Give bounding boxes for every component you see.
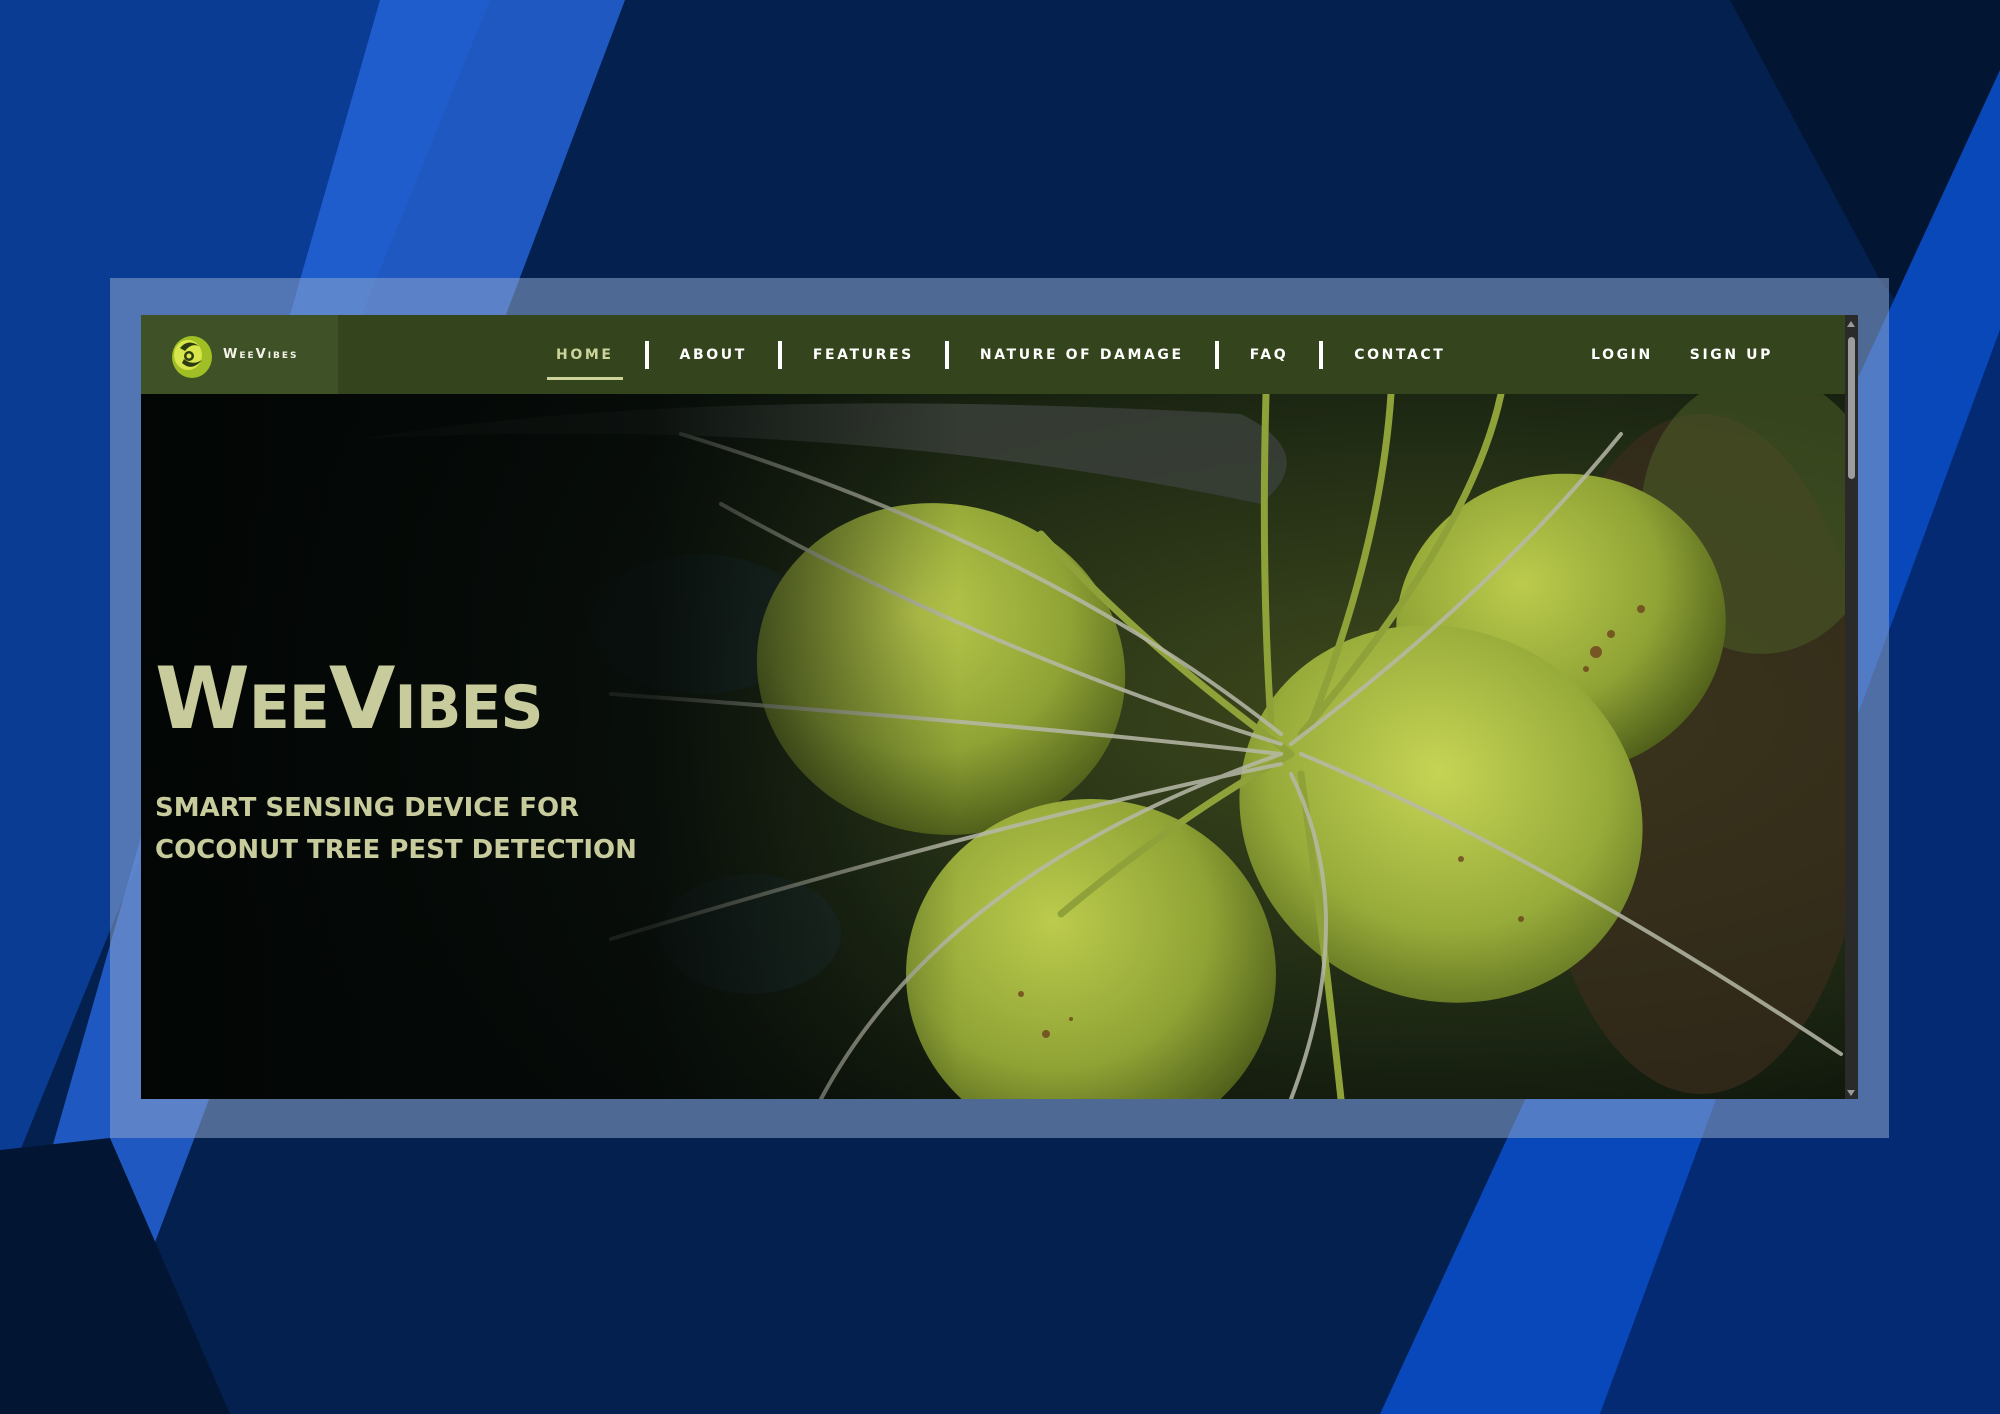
nav-separator xyxy=(944,340,949,369)
login-link[interactable]: LOGIN xyxy=(1591,347,1653,363)
hero-section: WeeVibes SMART SENSING DEVICE FOR COCONU… xyxy=(141,394,1845,1099)
hero-subtitle: SMART SENSING DEVICE FOR COCONUT TREE PE… xyxy=(155,793,637,865)
nav-separator xyxy=(1319,340,1324,369)
brand[interactable]: WeeVibes xyxy=(141,315,338,394)
nav-nature-of-damage[interactable]: NATURE OF DAMAGE xyxy=(980,347,1184,363)
nav-contact[interactable]: CONTACT xyxy=(1354,347,1445,363)
vertical-scrollbar[interactable] xyxy=(1845,315,1858,1099)
scroll-up-arrow-icon[interactable] xyxy=(1847,321,1855,327)
website-viewport: WeeVibes HOME ABOUT FEATURES NATURE OF D… xyxy=(141,315,1858,1099)
signup-link[interactable]: SIGN UP xyxy=(1690,347,1773,363)
scroll-thumb[interactable] xyxy=(1848,337,1855,479)
nav-separator xyxy=(777,340,782,369)
coconut-logo-icon xyxy=(172,335,212,378)
brand-name: WeeVibes xyxy=(223,347,299,362)
nav-about[interactable]: ABOUT xyxy=(680,347,747,363)
scroll-down-arrow-icon[interactable] xyxy=(1847,1090,1855,1096)
main-nav: HOME ABOUT FEATURES NATURE OF DAMAGE FAQ… xyxy=(547,315,1445,394)
nav-separator xyxy=(644,340,649,369)
nav-features[interactable]: FEATURES xyxy=(813,347,914,363)
nav-separator xyxy=(1214,340,1219,369)
nav-faq[interactable]: FAQ xyxy=(1250,347,1289,363)
navbar: WeeVibes HOME ABOUT FEATURES NATURE OF D… xyxy=(141,315,1845,394)
nav-home[interactable]: HOME xyxy=(547,347,622,380)
auth-links: LOGIN SIGN UP xyxy=(1554,315,1773,394)
hero-title: WeeVibes xyxy=(155,649,544,749)
